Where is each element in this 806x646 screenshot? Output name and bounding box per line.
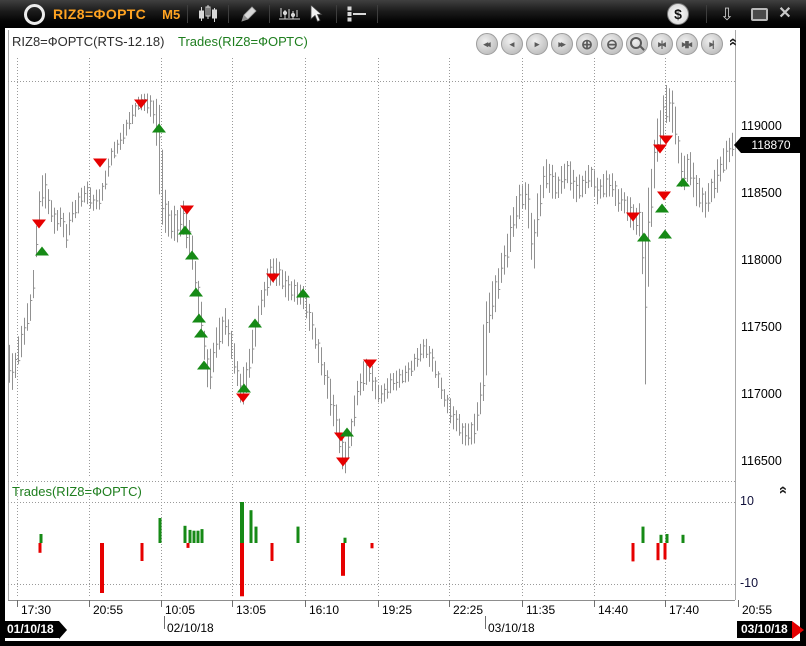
sell-marker — [626, 213, 640, 222]
collapse-lower-pane-button[interactable]: « — [777, 486, 789, 494]
series-label: RIZ8=ФОРТС(RTS-12.18) — [12, 34, 164, 49]
sell-marker — [336, 458, 350, 467]
volume-tick-label: -10 — [740, 576, 758, 590]
trade-volume-bar — [193, 531, 196, 543]
trade-volume-bar — [632, 543, 635, 561]
time-tick-label: 11:35 — [526, 603, 555, 617]
chart-canvas[interactable] — [0, 0, 806, 646]
date-label: 02/10/18 — [167, 621, 214, 635]
sell-marker — [134, 100, 148, 109]
trade-volume-bar — [664, 543, 667, 559]
trade-volume-bar — [642, 527, 645, 543]
trade-volume-bar — [250, 510, 253, 543]
zoom-in-button[interactable]: ⊕ — [576, 33, 598, 55]
trade-volume-bar — [141, 543, 144, 561]
buy-marker — [237, 384, 251, 393]
trade-volume-bar — [189, 530, 192, 543]
date-badge-left: 01/10/18 — [2, 621, 59, 638]
trade-volume-bar — [39, 543, 42, 553]
time-tick-label: 13:05 — [236, 603, 266, 617]
price-tick-label: 118000 — [741, 253, 782, 267]
time-tick-label: 14:40 — [598, 603, 628, 617]
time-tick-label: 17:40 — [669, 603, 699, 617]
price-tick-label: 119000 — [741, 119, 782, 133]
buy-marker — [194, 329, 208, 338]
trade-volume-bar — [100, 543, 104, 593]
buy-marker — [35, 247, 49, 256]
buy-marker — [189, 288, 203, 297]
scroll-fast-right-button[interactable]: ▸▸ — [551, 33, 573, 55]
trade-volume-bar — [341, 543, 345, 576]
trade-volume-bar — [271, 543, 274, 561]
sell-marker — [32, 220, 46, 229]
buy-marker — [185, 251, 199, 260]
sell-marker — [657, 192, 671, 201]
sell-marker — [93, 159, 107, 168]
trade-volume-bar — [201, 529, 204, 543]
trade-volume-bar — [682, 535, 685, 543]
trade-volume-bar — [666, 534, 669, 543]
trades-overlay-label: Trades(RIZ8=ФОРТС) — [178, 34, 308, 49]
date-label: 03/10/18 — [488, 621, 535, 635]
time-tick-label: 16:10 — [309, 603, 339, 617]
scroll-fast-left-button[interactable]: ◂◂ — [476, 33, 498, 55]
trade-volume-bar — [660, 535, 663, 543]
sell-marker — [236, 394, 250, 403]
price-tick-label: 116500 — [741, 454, 782, 468]
date-badge-right: 03/10/18 — [737, 621, 792, 638]
time-tick-label: 10:05 — [165, 603, 195, 617]
sell-marker — [266, 274, 280, 283]
buy-marker — [192, 314, 206, 323]
trade-volume-bar — [371, 543, 374, 548]
sell-marker — [363, 360, 377, 369]
trade-volume-bar — [297, 527, 300, 543]
time-tick-label: 17:30 — [21, 603, 51, 617]
current-price-badge: 118870 — [741, 137, 801, 153]
trade-volume-bar — [344, 538, 347, 543]
chart-nav-toolbar: ◂◂◂▸▸▸⊕⊖▸|◂▸▮◂▸| — [476, 33, 723, 55]
time-tick-label: 20:55 — [742, 603, 772, 617]
price-tick-label: 117500 — [741, 320, 782, 334]
buy-marker — [296, 289, 310, 298]
magnifier-icon — [630, 37, 642, 49]
volume-tick-label: 10 — [740, 494, 754, 508]
chart-window: RIZ8=ФОРТС M5 — [0, 0, 806, 646]
price-tick-label: 117000 — [741, 387, 782, 401]
time-tick-label: 19:25 — [382, 603, 412, 617]
scroll-right-button[interactable]: ▸ — [526, 33, 548, 55]
compress-scale-button[interactable]: ▸|◂ — [651, 33, 673, 55]
trade-volume-bar — [197, 531, 200, 543]
buy-marker — [197, 361, 211, 370]
trade-volume-bar — [657, 543, 660, 560]
buy-marker — [248, 319, 262, 328]
compress-bars-button[interactable]: ▸▮◂ — [676, 33, 698, 55]
lower-pane-label: Trades(RIZ8=ФОРТС) — [12, 484, 142, 499]
time-tick-label: 22:25 — [453, 603, 483, 617]
time-tick-label: 20:55 — [93, 603, 123, 617]
collapse-main-pane-button[interactable]: « — [727, 38, 739, 46]
trade-volume-bar — [40, 534, 43, 543]
go-to-end-button[interactable]: ▸| — [701, 33, 723, 55]
zoom-out-button[interactable]: ⊖ — [601, 33, 623, 55]
magnifier-button[interactable] — [626, 33, 648, 55]
sell-marker — [659, 136, 673, 145]
price-tick-label: 118500 — [741, 186, 782, 200]
trade-volume-bar — [255, 527, 258, 543]
scroll-left-button[interactable]: ◂ — [501, 33, 523, 55]
trade-volume-bar — [240, 502, 244, 543]
trade-volume-bar — [187, 543, 190, 548]
buy-marker — [655, 204, 669, 213]
trade-volume-bar — [240, 543, 244, 596]
buy-marker — [658, 230, 672, 239]
trade-volume-bar — [159, 518, 162, 543]
buy-marker — [152, 124, 166, 133]
sell-marker — [180, 206, 194, 215]
trade-volume-bar — [184, 526, 187, 543]
